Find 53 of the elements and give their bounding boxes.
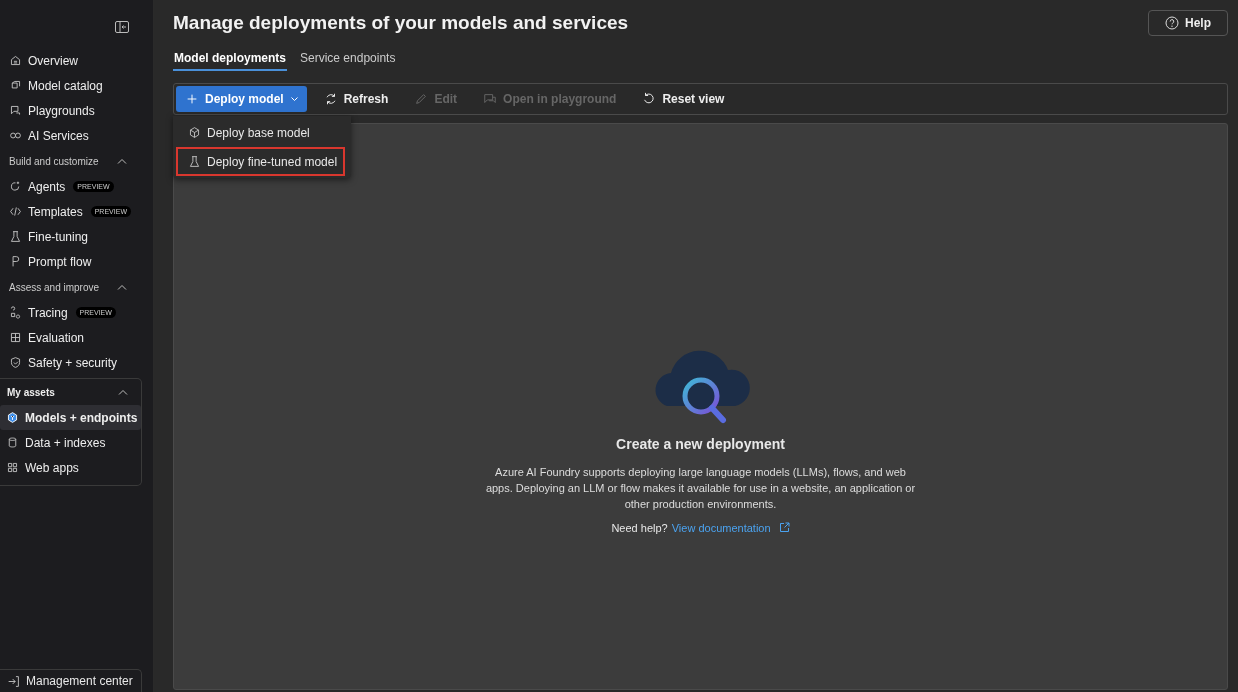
- cube-icon: [6, 411, 19, 424]
- flask-icon: [9, 230, 22, 243]
- tracing-icon: [9, 306, 22, 319]
- management-center-link[interactable]: Management center: [0, 669, 142, 692]
- nav-item[interactable]: Data + indexes: [0, 430, 141, 455]
- chevron-icon[interactable]: [117, 284, 127, 290]
- chevron-icon[interactable]: [118, 389, 128, 395]
- nav-item[interactable]: Safety + security: [0, 350, 153, 375]
- help-icon: [1165, 16, 1179, 30]
- nav-item[interactable]: Web apps: [0, 455, 141, 480]
- undo-icon: [642, 92, 657, 106]
- external-link-icon: [778, 522, 790, 533]
- tab[interactable]: Service endpoints: [299, 51, 397, 71]
- home-icon: [9, 54, 22, 67]
- empty-state-description: Azure AI Foundry supports deploying large language models (LLMs), flows, and web apps. Deploying an LLM or flow makes it available for use in a website, an application or other production environments.: [484, 464, 917, 512]
- nav-item[interactable]: Evaluation: [0, 325, 153, 350]
- database-icon: [6, 436, 19, 449]
- section-heading: My assets: [7, 386, 55, 398]
- toolbar-button[interactable]: Refresh: [314, 86, 398, 112]
- tab[interactable]: Model deployments: [173, 51, 287, 71]
- nav-item[interactable]: AI Services: [0, 123, 153, 148]
- menu-item[interactable]: Deploy fine-tuned model: [176, 147, 346, 176]
- code-icon: [9, 205, 22, 218]
- section-heading: Assess and improve: [9, 281, 100, 293]
- page-title: Manage deployments of your models and services: [173, 12, 629, 34]
- empty-state-title: Create a new deployment: [616, 435, 785, 452]
- help-button[interactable]: Help: [1148, 10, 1228, 36]
- chat-icon: [9, 104, 22, 117]
- flow-icon: [9, 255, 22, 268]
- documentation-link[interactable]: View documentation: [671, 521, 790, 534]
- nav-item[interactable]: Overview: [0, 48, 153, 73]
- sign-in-icon: [7, 674, 20, 688]
- help-prompt: Need help?: [611, 521, 668, 534]
- shield-icon: [9, 356, 22, 369]
- plus-icon: [185, 92, 199, 106]
- chevron-icon[interactable]: [117, 158, 127, 164]
- flask-icon: [188, 155, 201, 168]
- cubes-icon: [9, 79, 22, 92]
- cube-icon: [188, 126, 201, 139]
- nav-item[interactable]: Playgrounds: [0, 98, 153, 123]
- menu-item[interactable]: Deploy base model: [176, 118, 346, 147]
- pencil-icon: [414, 92, 429, 106]
- nav-item[interactable]: Models + endpoints: [0, 405, 141, 430]
- toolbar-button[interactable]: Reset view: [633, 86, 734, 112]
- caret-icon: [290, 97, 298, 101]
- chat-icon: [483, 92, 498, 106]
- section-heading: Build and customize: [9, 155, 99, 167]
- toolbar-button[interactable]: Deploy model: [176, 86, 307, 112]
- nav-item[interactable]: Model catalog: [0, 73, 153, 98]
- nav-item[interactable]: Fine-tuning: [0, 224, 153, 249]
- sidebar-collapse-icon[interactable]: [115, 21, 129, 33]
- grid-icon: [6, 461, 19, 474]
- nav-item[interactable]: Prompt flow: [0, 249, 153, 274]
